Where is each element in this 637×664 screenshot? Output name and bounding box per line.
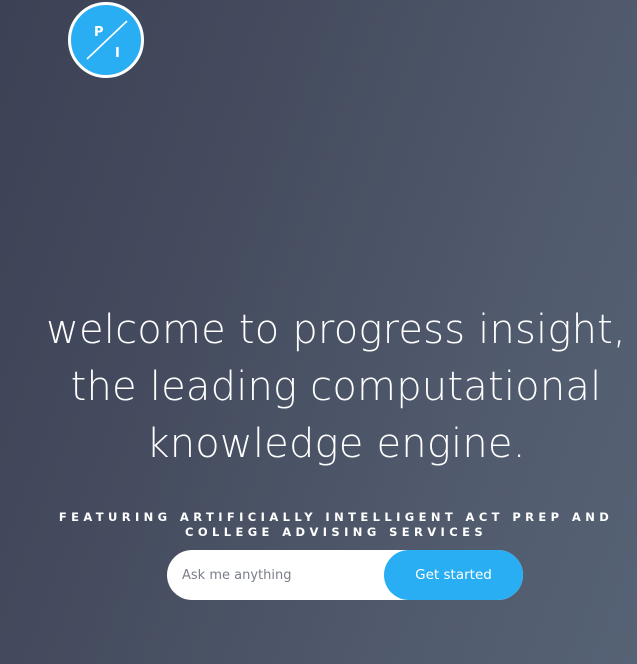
search-input[interactable] bbox=[182, 550, 392, 600]
logo-slash-icon bbox=[86, 20, 128, 60]
get-started-button[interactable]: Get started bbox=[384, 550, 523, 600]
hero-headline: welcome to progress insight, the leading… bbox=[0, 302, 637, 473]
logo-letter-p: P bbox=[94, 25, 104, 40]
headline-line-3: knowledge engine. bbox=[146, 421, 526, 467]
logo-letter-i: I bbox=[115, 46, 120, 61]
headline-line-2: the leading computational bbox=[70, 364, 602, 410]
logo[interactable]: P I bbox=[68, 2, 144, 78]
headline-line-1: welcome to progress insight, bbox=[46, 307, 626, 353]
hero-subheading: FEATURING ARTIFICIALLY INTELLIGENT ACT P… bbox=[58, 510, 614, 539]
search-form: Get started bbox=[167, 550, 523, 600]
